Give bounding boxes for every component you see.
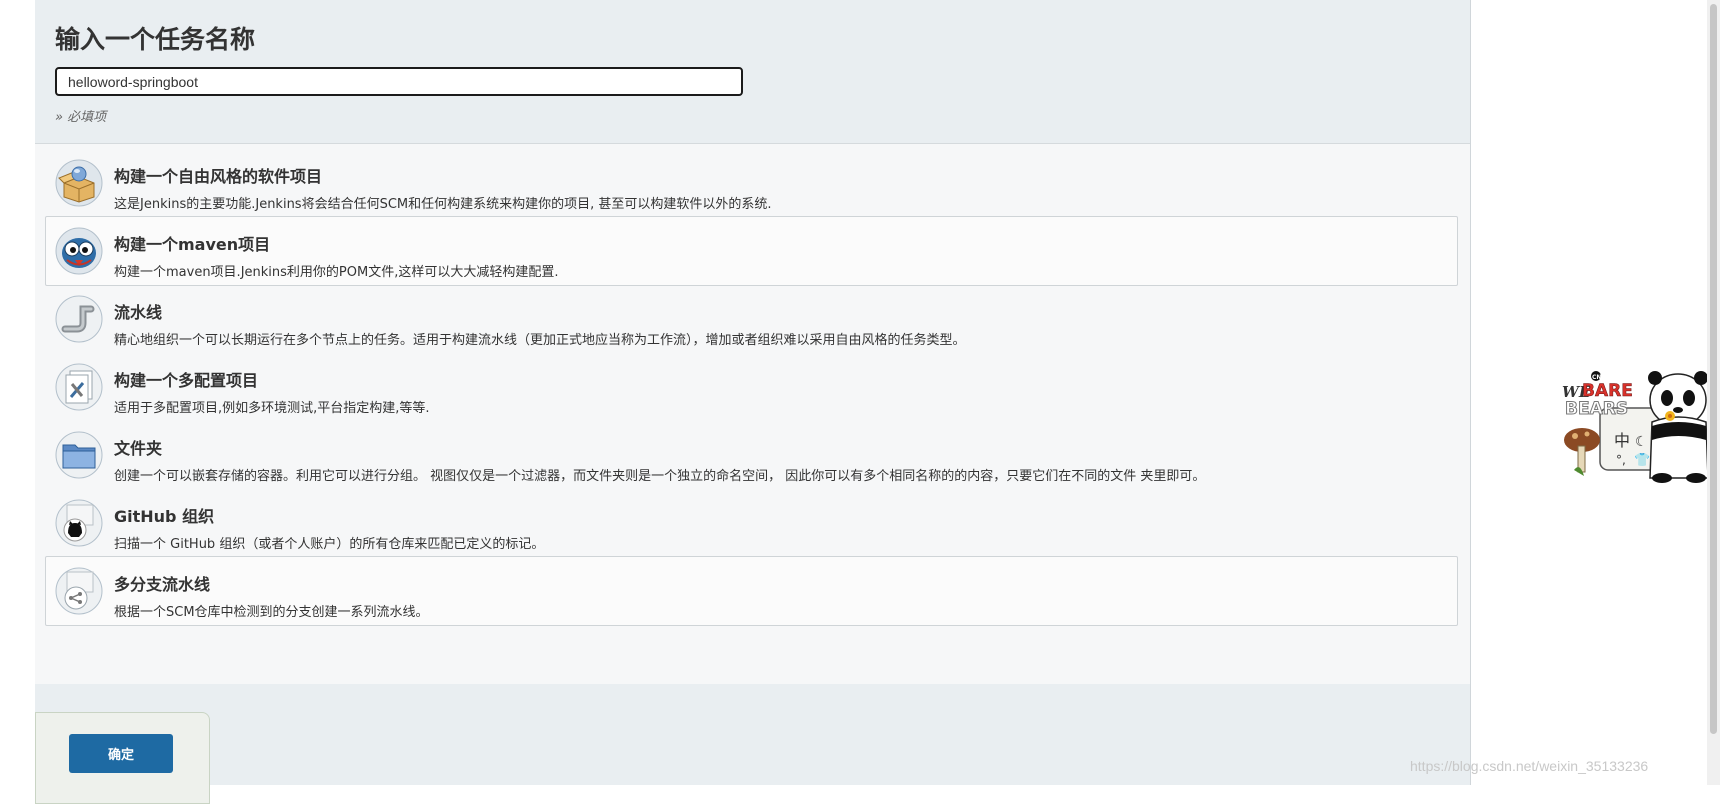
job-type-description: 根据一个SCM仓库中检测到的分支创建一系列流水线。 — [114, 605, 429, 620]
footer: 确定 — [35, 684, 1470, 804]
job-type-folder[interactable]: 文件夹 创建一个可以嵌套存储的容器。利用它可以进行分组。 视图仅仅是一个过滤器，… — [45, 420, 1458, 490]
job-type-freestyle[interactable]: 构建一个自由风格的软件项目 这是Jenkins的主要功能.Jenkins将会结合… — [45, 148, 1458, 218]
job-type-description: 适用于多配置项目,例如多环境测试,平台指定构建,等等. — [114, 401, 430, 416]
mascot-logo-bare: BARE — [1582, 381, 1633, 401]
ok-button[interactable]: 确定 — [69, 734, 173, 773]
job-type-list: 构建一个自由风格的软件项目 这是Jenkins的主要功能.Jenkins将会结合… — [35, 144, 1470, 684]
job-type-name: 文件夹 — [114, 439, 163, 458]
new-item-panel: 输入一个任务名称 » 必填项 构建一个自由风格的软件项目 这是Jenkins的主… — [35, 0, 1471, 804]
item-name-section: 输入一个任务名称 » 必填项 — [35, 0, 1470, 144]
job-type-maven[interactable]: 构建一个maven项目 构建一个maven项目.Jenkins利用你的POM文件… — [45, 216, 1458, 286]
job-type-name: 流水线 — [114, 303, 163, 322]
job-type-name: 构建一个maven项目 — [114, 235, 271, 254]
scrollbar-thumb[interactable] — [1710, 4, 1717, 734]
mascot-brand-badge: CN — [1592, 374, 1601, 381]
job-type-name: 多分支流水线 — [114, 575, 211, 594]
maven-owl-icon — [55, 227, 103, 275]
vertical-scrollbar[interactable] — [1707, 0, 1720, 785]
mascot-sign-text: 中 — [1614, 431, 1630, 450]
job-type-multi-config[interactable]: 构建一个多配置项目 适用于多配置项目,例如多环境测试,平台指定构建,等等. — [45, 352, 1458, 422]
github-org-icon — [55, 499, 103, 547]
job-type-description: 扫描一个 GitHub 组织（或者个人账户）的所有仓库来匹配已定义的标记。 — [114, 537, 545, 552]
job-type-name: 构建一个自由风格的软件项目 — [114, 167, 323, 186]
watermark: https://blog.csdn.net/weixin_35133236 — [1410, 758, 1649, 774]
job-type-description: 精心地组织一个可以长期运行在多个节点上的任务。适用于构建流水线（更加正式地应当称… — [114, 333, 966, 348]
job-type-description: 创建一个可以嵌套存储的容器。利用它可以进行分组。 视图仅仅是一个过滤器，而文件夹… — [114, 469, 1206, 484]
freestyle-box-icon — [55, 159, 103, 207]
job-type-name: GitHub 组织 — [114, 507, 215, 526]
job-type-description: 构建一个maven项目.Jenkins利用你的POM文件,这样可以大大减轻构建配… — [114, 265, 559, 280]
multi-config-icon — [55, 363, 103, 411]
job-type-pipeline[interactable]: 流水线 精心地组织一个可以长期运行在多个节点上的任务。适用于构建流水线（更加正式… — [45, 284, 1458, 354]
job-type-description: 这是Jenkins的主要功能.Jenkins将会结合任何SCM和任何构建系统来构… — [114, 197, 772, 212]
folder-icon — [55, 431, 103, 479]
mascot-logo-bears: BEARS — [1565, 399, 1628, 419]
we-bare-bears-mascot-image: 中 ☾ °, 👕 CN WE BARE BEARS — [1560, 370, 1715, 485]
required-hint: » 必填项 — [55, 110, 107, 125]
job-type-multibranch-pipeline[interactable]: 多分支流水线 根据一个SCM仓库中检测到的分支创建一系列流水线。 — [45, 556, 1458, 626]
job-name-input[interactable] — [55, 67, 743, 96]
page-title: 输入一个任务名称 — [55, 25, 256, 54]
multibranch-pipeline-icon — [55, 567, 103, 615]
job-type-name: 构建一个多配置项目 — [114, 371, 259, 390]
job-type-github-org[interactable]: GitHub 组织 扫描一个 GitHub 组织（或者个人账户）的所有仓库来匹配… — [45, 488, 1458, 558]
pipeline-icon — [55, 295, 103, 343]
svg-text:°,: °, — [1616, 453, 1626, 467]
svg-text:☾: ☾ — [1635, 434, 1648, 450]
svg-text:👕: 👕 — [1634, 453, 1650, 468]
